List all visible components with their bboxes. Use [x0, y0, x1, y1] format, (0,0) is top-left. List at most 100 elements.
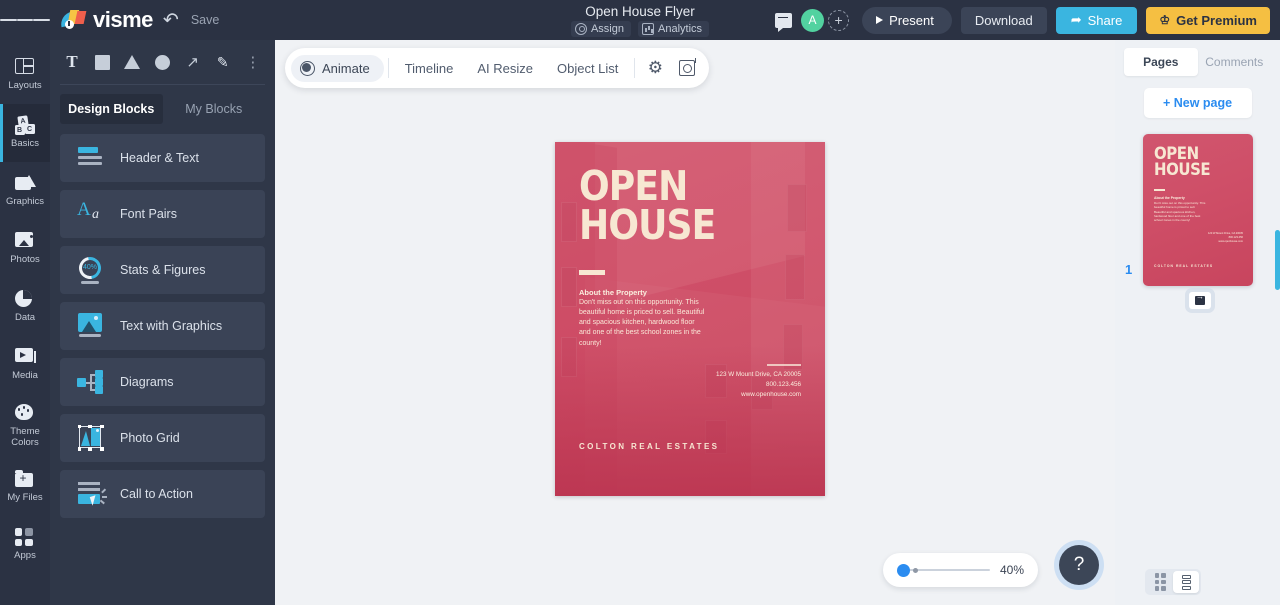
sidebar-item-label: Theme Colors — [10, 426, 40, 448]
pages-panel: Pages Comments + New page OPEN HOUSE Abo… — [1115, 40, 1280, 605]
layouts-icon — [14, 58, 34, 75]
page-number: 1 — [1125, 262, 1133, 277]
flyer-subheading[interactable]: About the Property — [579, 288, 647, 297]
sidebar-item-label: Layouts — [8, 80, 42, 92]
block-font-pairs[interactable]: Aa Font Pairs — [60, 190, 265, 238]
header-text-icon — [76, 144, 106, 172]
sidebar-item-theme-colors[interactable]: Theme Colors — [0, 394, 50, 458]
sidebar-item-label: Data — [14, 312, 36, 324]
line-tool-button[interactable]: ↗ — [179, 47, 207, 77]
get-premium-button[interactable]: ♔ Get Premium — [1146, 6, 1270, 34]
help-button[interactable]: ? — [1059, 545, 1099, 585]
sidebar-item-label: Media — [12, 370, 38, 382]
download-button[interactable]: Download — [960, 6, 1047, 34]
panel-tabs: Design Blocks My Blocks — [60, 94, 265, 124]
header-chips: Assign Analytics — [570, 20, 710, 37]
block-header-and-text[interactable]: Header & Text — [60, 134, 265, 182]
assign-button[interactable]: Assign — [570, 20, 631, 37]
thumb-footer: COLTON REAL ESTATES — [1154, 264, 1214, 268]
timeline-button[interactable]: Timeline — [393, 53, 466, 84]
canvas-area[interactable]: Animate Timeline AI Resize Object List ⚙ — [275, 40, 1115, 605]
view-toggle — [1145, 569, 1201, 595]
flyer-body-text[interactable]: Don't miss out on this opportunity. This… — [579, 298, 707, 349]
share-button[interactable]: ➦ Share — [1055, 6, 1138, 34]
sidebar-item-media[interactable]: Media — [0, 336, 50, 394]
page-title[interactable]: Open House Flyer — [585, 4, 695, 19]
page-thumbnail-wrapper: OPEN HOUSE About the Property Don't miss… — [1115, 134, 1280, 309]
tab-my-blocks[interactable]: My Blocks — [163, 94, 266, 124]
pages-scrollbar[interactable] — [1275, 230, 1280, 290]
gear-icon[interactable]: ⚙ — [639, 52, 671, 84]
visme-logo-icon — [58, 10, 87, 30]
triangle-tool-button[interactable] — [118, 47, 146, 77]
sidebar-item-basics[interactable]: ABC Basics — [0, 104, 50, 162]
sidebar-item-label: Basics — [11, 138, 39, 150]
pages-panel-tabs: Pages Comments — [1115, 40, 1280, 76]
present-button[interactable]: Present — [862, 6, 952, 34]
thumb-contact: 123 W Mount Drive, CA 20005 800.123.456 … — [1188, 232, 1243, 244]
block-diagrams[interactable]: Diagrams — [60, 358, 265, 406]
analytics-button[interactable]: Analytics — [638, 20, 710, 37]
animate-button[interactable]: Animate — [291, 54, 384, 82]
sidebar-item-graphics[interactable]: Graphics — [0, 162, 50, 220]
block-stats-and-figures[interactable]: 40% Stats & Figures — [60, 246, 265, 294]
zoom-level: 40% — [999, 563, 1024, 577]
sidebar-item-data[interactable]: Data — [0, 278, 50, 336]
crown-icon: ♔ — [1159, 13, 1171, 27]
undo-arrow-icon[interactable]: ↶ — [163, 11, 179, 30]
save-button[interactable]: Save — [191, 13, 220, 27]
add-user-icon[interactable]: + — [828, 9, 850, 31]
grid-view-icon[interactable] — [1147, 571, 1173, 593]
block-call-to-action[interactable]: Call to Action — [60, 470, 265, 518]
ai-resize-button[interactable]: AI Resize — [465, 53, 545, 84]
flyer-footer[interactable]: COLTON REAL ESTATES — [579, 442, 719, 451]
pen-tool-button[interactable]: ✎ — [209, 47, 237, 77]
block-label: Call to Action — [120, 487, 193, 501]
assign-label: Assign — [590, 22, 624, 35]
block-label: Diagrams — [120, 375, 174, 389]
avatar[interactable]: A — [801, 8, 825, 32]
block-label: Header & Text — [120, 151, 199, 165]
sidebar-item-photos[interactable]: Photos — [0, 220, 50, 278]
zoom-slider[interactable] — [897, 563, 990, 577]
zoom-slider-knob[interactable] — [897, 563, 910, 577]
block-label: Font Pairs — [120, 207, 177, 221]
zoom-control[interactable]: 40% — [883, 553, 1038, 587]
sidebar-item-label: Photos — [10, 254, 40, 266]
tab-design-blocks[interactable]: Design Blocks — [60, 94, 163, 124]
visme-editor: visme ↶ Save Open House Flyer Assign Ana… — [0, 0, 1280, 605]
theme-label-line2: Colors — [11, 436, 39, 448]
block-label: Text with Graphics — [120, 319, 223, 333]
insert-page-icon[interactable] — [1189, 292, 1211, 309]
hamburger-icon[interactable] — [0, 0, 51, 40]
sidebar-item-apps[interactable]: Apps — [0, 516, 50, 574]
flyer-address: 123 W Mount Drive, CA 20005 — [715, 371, 801, 378]
panel-divider — [60, 84, 265, 85]
thumb-subheading: About the Property — [1154, 196, 1185, 200]
list-view-icon[interactable] — [1173, 571, 1199, 593]
text-tool-button[interactable]: T — [58, 47, 86, 77]
tab-comments[interactable]: Comments — [1198, 48, 1272, 76]
font-pairs-icon: Aa — [77, 199, 99, 222]
circle-tool-button[interactable] — [148, 47, 176, 77]
page-thumbnail[interactable]: OPEN HOUSE About the Property Don't miss… — [1143, 134, 1253, 286]
block-photo-grid[interactable]: Photo Grid — [60, 414, 265, 462]
tab-pages[interactable]: Pages — [1124, 48, 1198, 76]
flyer-canvas[interactable]: OPEN HOUSE About the Property Don't miss… — [555, 142, 825, 496]
more-tools-button[interactable]: ⋮ — [239, 47, 267, 77]
top-bar: visme ↶ Save Open House Flyer Assign Ana… — [0, 0, 1280, 40]
square-tool-button[interactable] — [88, 47, 116, 77]
visme-logo[interactable]: visme — [58, 7, 153, 33]
data-icon — [14, 290, 32, 308]
flyer-title[interactable]: OPEN HOUSE — [579, 166, 716, 246]
sidebar-item-layouts[interactable]: Layouts — [0, 46, 50, 104]
block-text-with-graphics[interactable]: Text with Graphics — [60, 302, 265, 350]
comment-icon[interactable] — [775, 12, 793, 32]
magnify-box-icon[interactable] — [671, 52, 703, 84]
sidebar-item-label: My Files — [7, 492, 43, 504]
flyer-contact-block[interactable]: 123 W Mount Drive, CA 20005 800.123.456 … — [671, 370, 801, 399]
new-page-button[interactable]: + New page — [1143, 88, 1252, 118]
sidebar-item-label: Graphics — [5, 196, 44, 208]
sidebar-item-my-files[interactable]: My Files — [0, 458, 50, 516]
object-list-button[interactable]: Object List — [545, 53, 630, 84]
